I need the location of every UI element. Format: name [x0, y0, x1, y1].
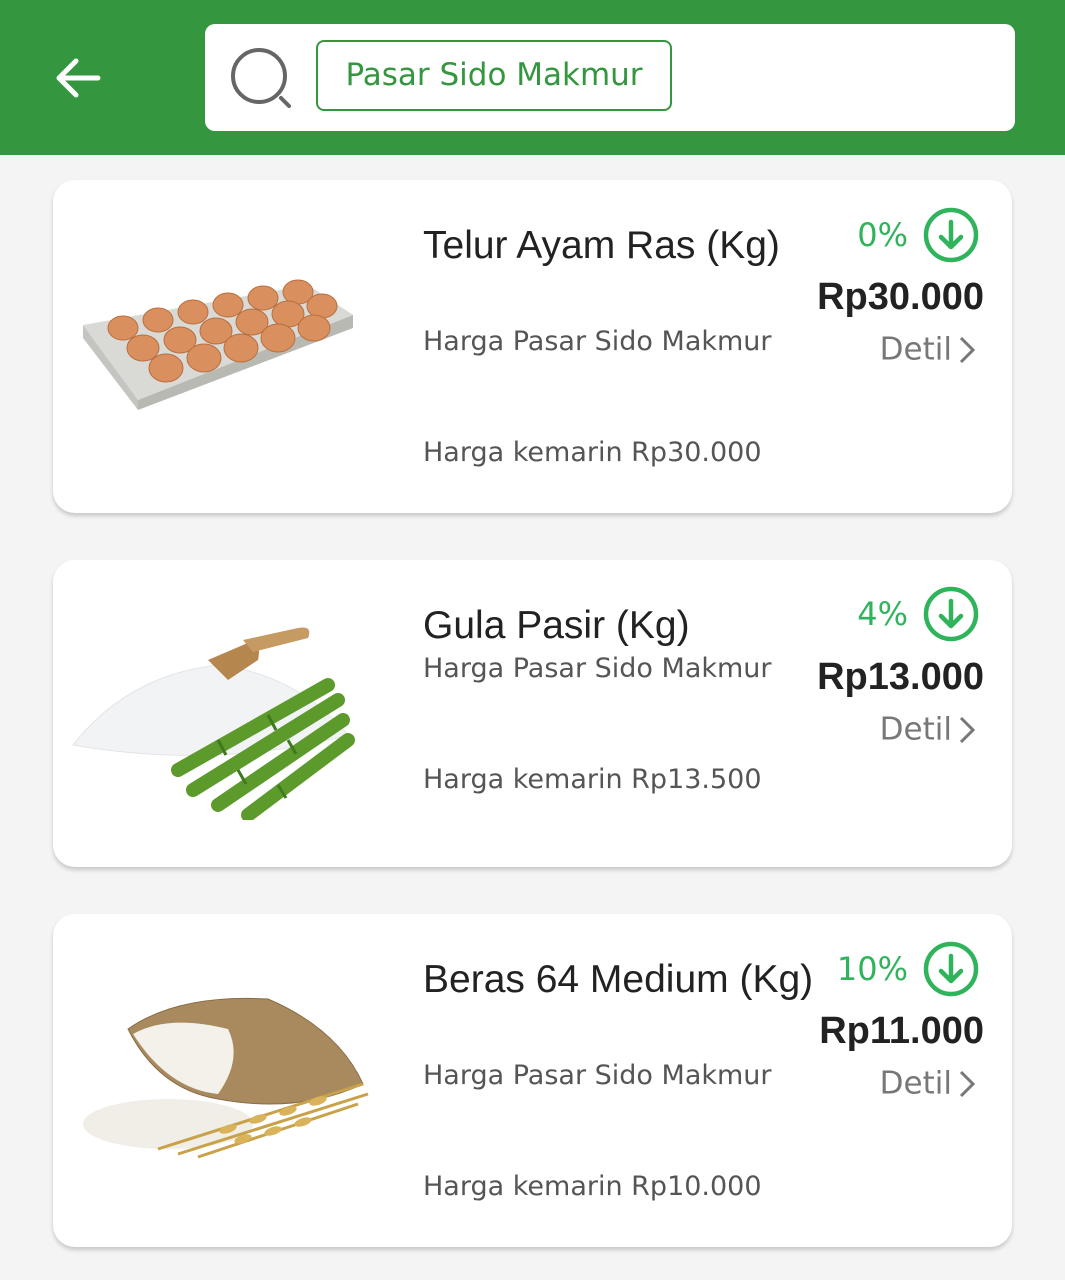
yesterday-price: Harga kemarin Rp10.000	[423, 1171, 762, 1202]
market-filter-chip[interactable]: Pasar Sido Makmur	[316, 40, 672, 111]
product-name: Beras 64 Medium (Kg)	[423, 958, 814, 1001]
arrow-down-circle-icon	[923, 586, 979, 642]
sugar-cane-image	[72, 627, 355, 820]
detail-link[interactable]: Detil	[880, 330, 976, 368]
app-header: Pasar Sido Makmur	[0, 0, 1065, 155]
current-price: Rp13.000	[817, 656, 984, 698]
detail-link[interactable]: Detil	[880, 1064, 976, 1102]
product-name: Telur Ayam Ras (Kg)	[423, 224, 780, 267]
product-card[interactable]: Beras 64 Medium (Kg) Harga Pasar Sido Ma…	[53, 914, 1012, 1247]
search-bar[interactable]: Pasar Sido Makmur	[205, 24, 1015, 131]
back-button[interactable]	[50, 50, 106, 106]
product-card[interactable]: Telur Ayam Ras (Kg) Harga Pasar Sido Mak…	[53, 180, 1012, 513]
detail-link[interactable]: Detil	[880, 710, 976, 748]
detail-label: Detil	[879, 1065, 952, 1102]
chevron-right-icon	[959, 336, 976, 363]
yesterday-price: Harga kemarin Rp13.500	[423, 764, 762, 795]
current-price: Rp11.000	[819, 1010, 984, 1052]
egg-tray-image	[83, 279, 353, 410]
current-price: Rp30.000	[817, 276, 984, 318]
chevron-right-icon	[959, 716, 976, 743]
search-icon	[231, 48, 291, 108]
change-percent: 4%	[857, 595, 908, 633]
change-percent: 0%	[857, 216, 908, 254]
rice-sack-image	[83, 997, 369, 1159]
arrow-down-circle-icon	[923, 941, 979, 997]
arrow-down-circle-icon	[923, 207, 979, 263]
market-label: Harga Pasar Sido Makmur	[423, 1060, 772, 1091]
chevron-right-icon	[959, 1070, 976, 1097]
detail-label: Detil	[879, 711, 952, 748]
market-label: Harga Pasar Sido Makmur	[423, 326, 772, 357]
product-card[interactable]: Gula Pasir (Kg) Harga Pasar Sido Makmur …	[53, 560, 1012, 867]
product-name: Gula Pasir (Kg)	[423, 604, 690, 647]
detail-label: Detil	[879, 331, 952, 368]
yesterday-price: Harga kemarin Rp30.000	[423, 437, 762, 468]
market-label: Harga Pasar Sido Makmur	[423, 653, 772, 684]
arrow-left-icon	[56, 58, 101, 98]
change-percent: 10%	[836, 950, 908, 988]
